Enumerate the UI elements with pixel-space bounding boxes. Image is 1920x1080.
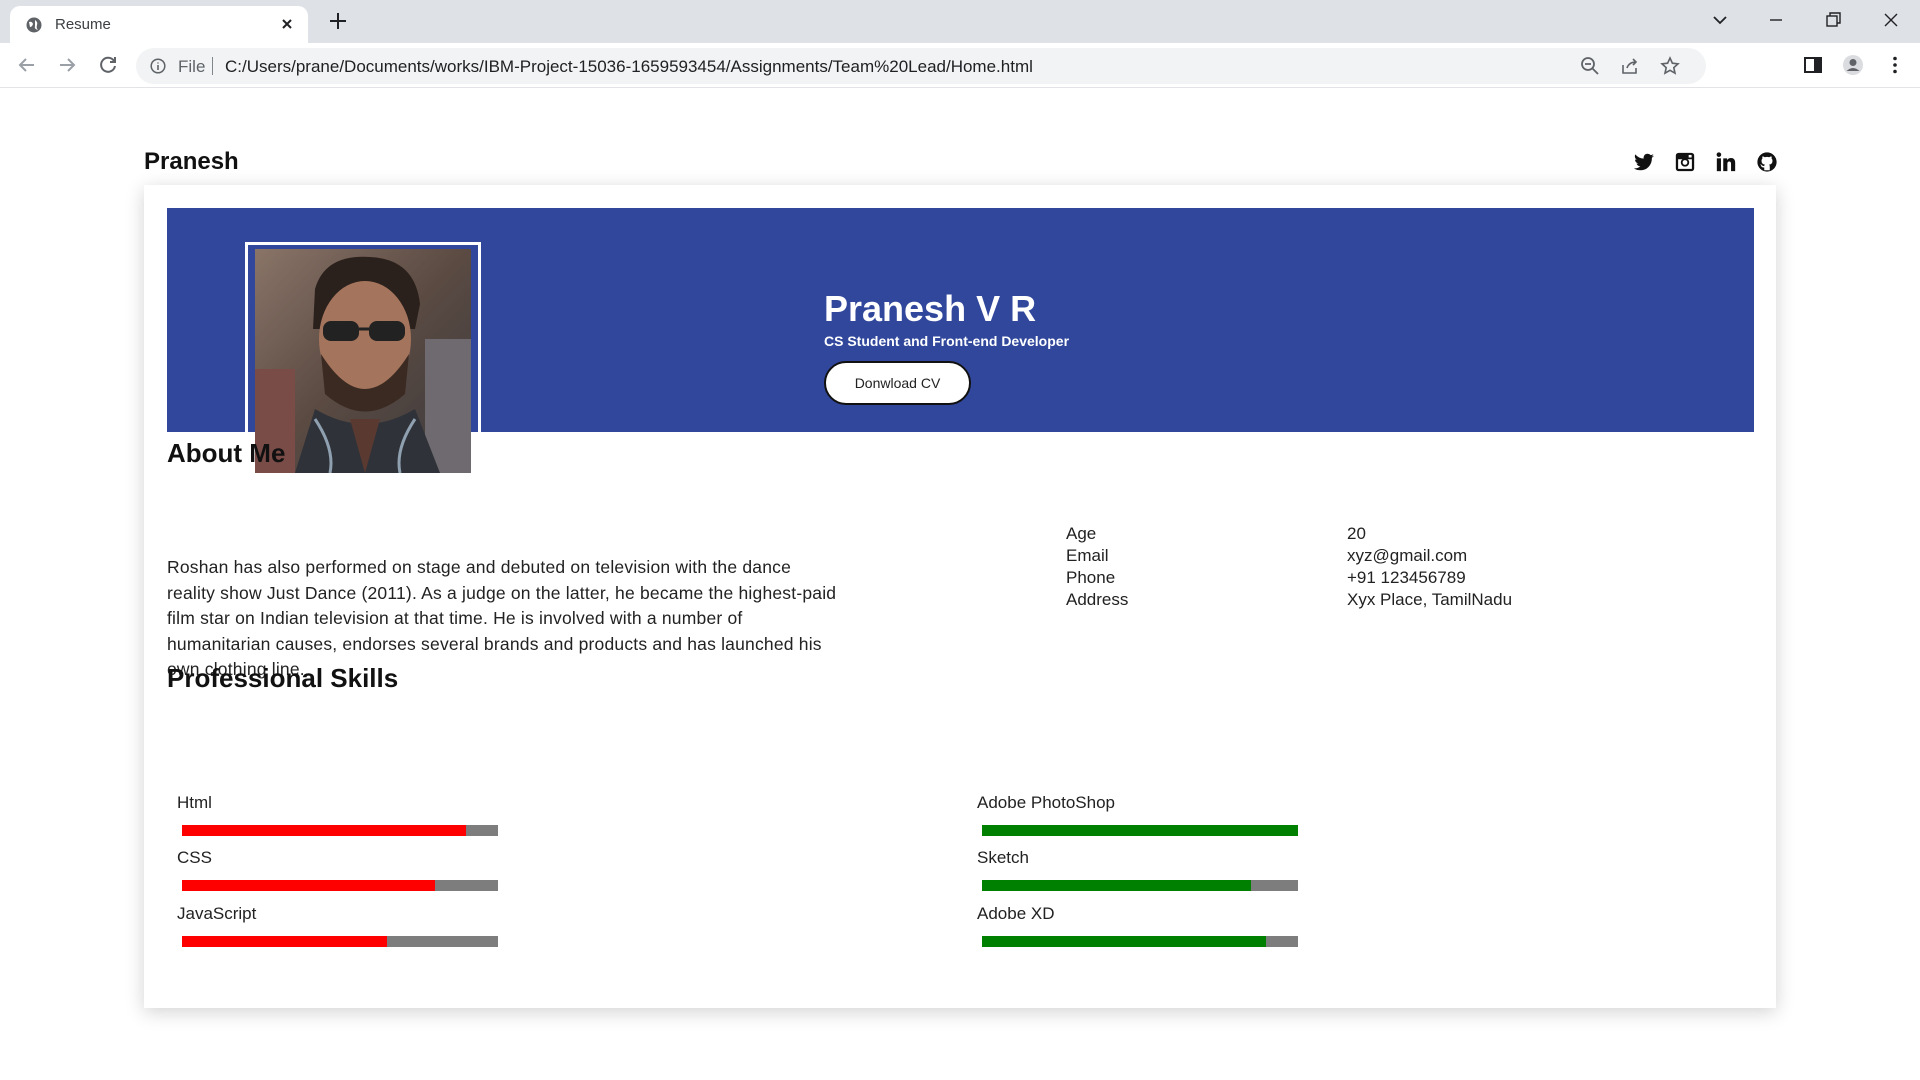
about-title: About Me <box>167 438 286 468</box>
site-brand[interactable]: Pranesh <box>144 148 239 176</box>
skill-bar-track <box>182 936 498 947</box>
back-icon[interactable] <box>16 54 38 76</box>
new-tab-icon[interactable] <box>327 10 349 32</box>
tab-strip: Resume <box>0 0 1920 43</box>
site-info-icon[interactable] <box>150 58 166 74</box>
menu-kebab-icon[interactable] <box>1884 54 1906 76</box>
address-bar[interactable]: File C:/Users/prane/Documents/works/IBM-… <box>136 48 1706 84</box>
info-value-phone: +91 123456789 <box>1347 568 1466 587</box>
reload-icon[interactable] <box>97 54 119 76</box>
twitter-icon[interactable] <box>1633 151 1655 173</box>
info-value-age: 20 <box>1347 524 1366 543</box>
info-label-age: Age <box>1066 524 1097 543</box>
tab-search-icon[interactable] <box>1708 8 1732 32</box>
skill-bar-track <box>982 880 1298 891</box>
info-label-email: Email <box>1066 546 1109 565</box>
skill-bar-fill <box>982 880 1251 891</box>
skill-bar-track <box>982 825 1298 836</box>
skill-bar-track <box>182 825 498 836</box>
info-value-address: Xyx Place, TamilNadu <box>1347 590 1513 609</box>
skill-label: Html <box>177 793 212 812</box>
profile-avatar-icon[interactable] <box>1842 54 1864 76</box>
skill-label: JavaScript <box>177 904 257 923</box>
info-label-phone: Phone <box>1066 568 1116 587</box>
skill-bar-track <box>182 880 498 891</box>
close-window-icon[interactable] <box>1879 8 1903 32</box>
download-cv-button[interactable]: Donwload CV <box>824 361 971 405</box>
github-icon[interactable] <box>1756 151 1778 173</box>
profile-photo <box>255 249 471 473</box>
minimize-icon[interactable] <box>1764 8 1788 32</box>
skill-label: Adobe PhotoShop <box>977 793 1116 812</box>
info-label-address: Address <box>1066 590 1129 609</box>
file-scheme-label: File <box>178 57 206 76</box>
skill-bar-fill <box>982 936 1267 947</box>
skill-bar-fill <box>182 825 467 836</box>
skill-label: Sketch <box>977 848 1029 867</box>
globe-icon <box>26 17 42 33</box>
skill-label: Adobe XD <box>977 904 1055 923</box>
bookmark-star-icon[interactable] <box>1660 56 1680 76</box>
info-value-email: xyz@gmail.com <box>1347 546 1468 565</box>
close-tab-icon[interactable] <box>278 15 296 33</box>
skill-bar-fill <box>982 825 1298 836</box>
share-icon[interactable] <box>1620 56 1640 76</box>
skill-bar-fill <box>182 880 435 891</box>
skill-bar-fill <box>182 936 388 947</box>
zoom-icon[interactable] <box>1580 56 1600 76</box>
browser-tab[interactable]: Resume <box>10 6 308 43</box>
hero-role: CS Student and Front-end Developer <box>824 333 1070 349</box>
restore-icon[interactable] <box>1821 8 1845 32</box>
tab-title: Resume <box>55 16 111 33</box>
browser-toolbar: File C:/Users/prane/Documents/works/IBM-… <box>0 43 1920 88</box>
resume-card: Pranesh V R CS Student and Front-end Dev… <box>144 185 1776 1008</box>
side-panel-icon[interactable] <box>1802 54 1824 76</box>
url-text[interactable]: C:/Users/prane/Documents/works/IBM-Proje… <box>225 57 1033 77</box>
skill-label: CSS <box>177 848 212 867</box>
forward-icon[interactable] <box>56 54 78 76</box>
instagram-icon[interactable] <box>1674 151 1696 173</box>
linkedin-icon[interactable] <box>1715 151 1737 173</box>
skills-title: Professional Skills <box>167 663 399 693</box>
hero-name: Pranesh V R <box>824 288 1037 329</box>
address-separator <box>212 57 213 75</box>
skill-bar-track <box>982 936 1298 947</box>
